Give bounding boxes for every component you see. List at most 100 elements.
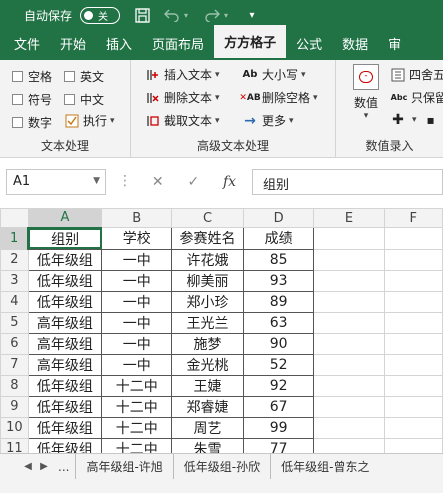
next-sheet-icon[interactable]: ▶ <box>36 461 52 472</box>
cell[interactable]: 一中 <box>101 290 173 313</box>
insert-text-button[interactable]: 插入文本 ▾ <box>145 66 220 83</box>
tab-home[interactable]: 开始 <box>50 34 96 60</box>
cell[interactable]: 周艺 <box>171 416 244 439</box>
row-header[interactable]: 1 <box>0 227 30 250</box>
select-all-corner[interactable] <box>0 208 29 228</box>
cell[interactable] <box>313 269 385 292</box>
cell[interactable]: 一中 <box>101 248 173 271</box>
spreadsheet-grid[interactable]: A B C D E F 1 组别 学校 参赛姓名 成绩 2 低年级组 一中 许花娥 85 3 低年级组… <box>0 208 443 453</box>
cell[interactable] <box>383 332 443 355</box>
cell[interactable]: 一中 <box>101 353 173 376</box>
execute-button[interactable]: 执行 ▾ <box>64 112 115 129</box>
cell[interactable]: 柳美丽 <box>171 269 244 292</box>
name-box[interactable]: A1 ▼ <box>6 169 106 195</box>
cell[interactable] <box>383 353 443 376</box>
checkbox[interactable] <box>12 117 23 128</box>
check-english[interactable]: 英文 <box>64 68 104 85</box>
cell[interactable]: 92 <box>242 374 315 397</box>
cell[interactable] <box>313 332 385 355</box>
row-header[interactable]: 3 <box>0 269 29 292</box>
cell[interactable]: 67 <box>242 395 315 418</box>
row-header[interactable]: 2 <box>0 248 29 271</box>
cell[interactable] <box>313 416 385 439</box>
row-header[interactable]: 7 <box>0 353 29 376</box>
cell[interactable]: 参赛姓名 <box>171 227 244 250</box>
check-symbol[interactable]: 符号 <box>12 91 52 108</box>
redo-icon[interactable] <box>204 7 221 23</box>
delete-text-button[interactable]: 删除文本 ▾ <box>145 89 220 106</box>
cell[interactable]: 低年级组 <box>27 248 103 271</box>
check-space[interactable]: 空格 <box>12 68 52 85</box>
cell[interactable]: 63 <box>242 311 315 334</box>
prev-sheet-icon[interactable]: ◀ <box>20 461 36 472</box>
checkbox[interactable] <box>64 71 75 82</box>
plus-button[interactable]: ✚ ▾ ▪ <box>390 112 442 128</box>
tab-review[interactable]: 审 <box>378 34 411 60</box>
cell[interactable]: 许花娥 <box>171 248 244 271</box>
cell[interactable]: 高年级组 <box>27 353 103 376</box>
cell[interactable]: 低年级组 <box>27 395 103 418</box>
row-header[interactable]: 10 <box>0 416 29 439</box>
cell[interactable]: 郑睿婕 <box>171 395 244 418</box>
cell[interactable]: 低年级组 <box>27 269 103 292</box>
cell[interactable]: 朱雪 <box>171 437 244 453</box>
cell[interactable] <box>383 290 443 313</box>
cell[interactable] <box>383 395 443 418</box>
cell[interactable] <box>383 269 443 292</box>
cell[interactable] <box>313 227 385 250</box>
autosave-toggle[interactable]: 关 <box>80 6 121 24</box>
tab-page-layout[interactable]: 页面布局 <box>142 34 214 60</box>
cell[interactable]: 十二中 <box>101 416 173 439</box>
cell[interactable]: 十二中 <box>101 395 173 418</box>
cell[interactable] <box>313 395 385 418</box>
cell[interactable]: 高年级组 <box>27 332 103 355</box>
cell[interactable]: 十二中 <box>101 437 173 453</box>
cell[interactable]: 一中 <box>101 269 173 292</box>
cell[interactable]: 低年级组 <box>27 290 103 313</box>
tab-insert[interactable]: 插入 <box>96 34 142 60</box>
cell[interactable]: 一中 <box>101 332 173 355</box>
cell[interactable] <box>313 290 385 313</box>
cell[interactable] <box>313 311 385 334</box>
checkbox[interactable] <box>12 94 23 105</box>
row-header[interactable]: 8 <box>0 374 29 397</box>
cell[interactable] <box>383 437 443 453</box>
formula-input[interactable]: 组别 <box>252 169 443 195</box>
undo-dropdown-icon[interactable]: ▾ <box>182 7 190 23</box>
cell[interactable]: 90 <box>242 332 315 355</box>
cell[interactable]: 组别 <box>27 227 103 250</box>
cell[interactable]: 77 <box>242 437 315 453</box>
column-header-b[interactable]: B <box>101 208 173 228</box>
save-icon[interactable] <box>134 7 150 23</box>
check-number[interactable]: 数字 <box>12 114 52 131</box>
cancel-icon[interactable]: ✕ <box>152 174 164 190</box>
cell[interactable]: 低年级组 <box>27 416 103 439</box>
column-header-f[interactable]: F <box>383 208 443 228</box>
cell[interactable]: 低年级组 <box>27 437 103 453</box>
row-header[interactable]: 11 <box>0 437 29 453</box>
column-header-e[interactable]: E <box>313 208 385 228</box>
check-icon[interactable]: ✓ <box>187 174 199 190</box>
tab-fangfang[interactable]: 方方格子 <box>214 25 287 60</box>
sheet-tab[interactable]: 低年级组-曾东之 <box>270 453 379 480</box>
cell[interactable] <box>313 353 385 376</box>
cell[interactable] <box>313 374 385 397</box>
tab-file[interactable]: 文件 <box>0 34 50 60</box>
cell[interactable] <box>383 248 443 271</box>
cell[interactable]: 十二中 <box>101 374 173 397</box>
cell[interactable]: 一中 <box>101 311 173 334</box>
cell[interactable]: 85 <box>242 248 315 271</box>
sheet-tab[interactable]: 高年级组-许旭 <box>75 453 172 480</box>
cell[interactable] <box>383 374 443 397</box>
row-header[interactable]: 9 <box>0 395 29 418</box>
cell[interactable]: 52 <box>242 353 315 376</box>
chevron-down-icon[interactable]: ▼ <box>93 176 100 186</box>
keep-only-button[interactable]: Abc 只保留 <box>390 89 443 106</box>
redo-dropdown-icon[interactable]: ▾ <box>222 7 230 23</box>
cell[interactable]: 成绩 <box>242 227 315 250</box>
more-sheets-button[interactable]: ... <box>58 460 69 474</box>
cell[interactable]: 王光兰 <box>171 311 244 334</box>
row-header[interactable]: 4 <box>0 290 29 313</box>
row-header[interactable]: 5 <box>0 311 29 334</box>
cell[interactable]: 高年级组 <box>27 311 103 334</box>
